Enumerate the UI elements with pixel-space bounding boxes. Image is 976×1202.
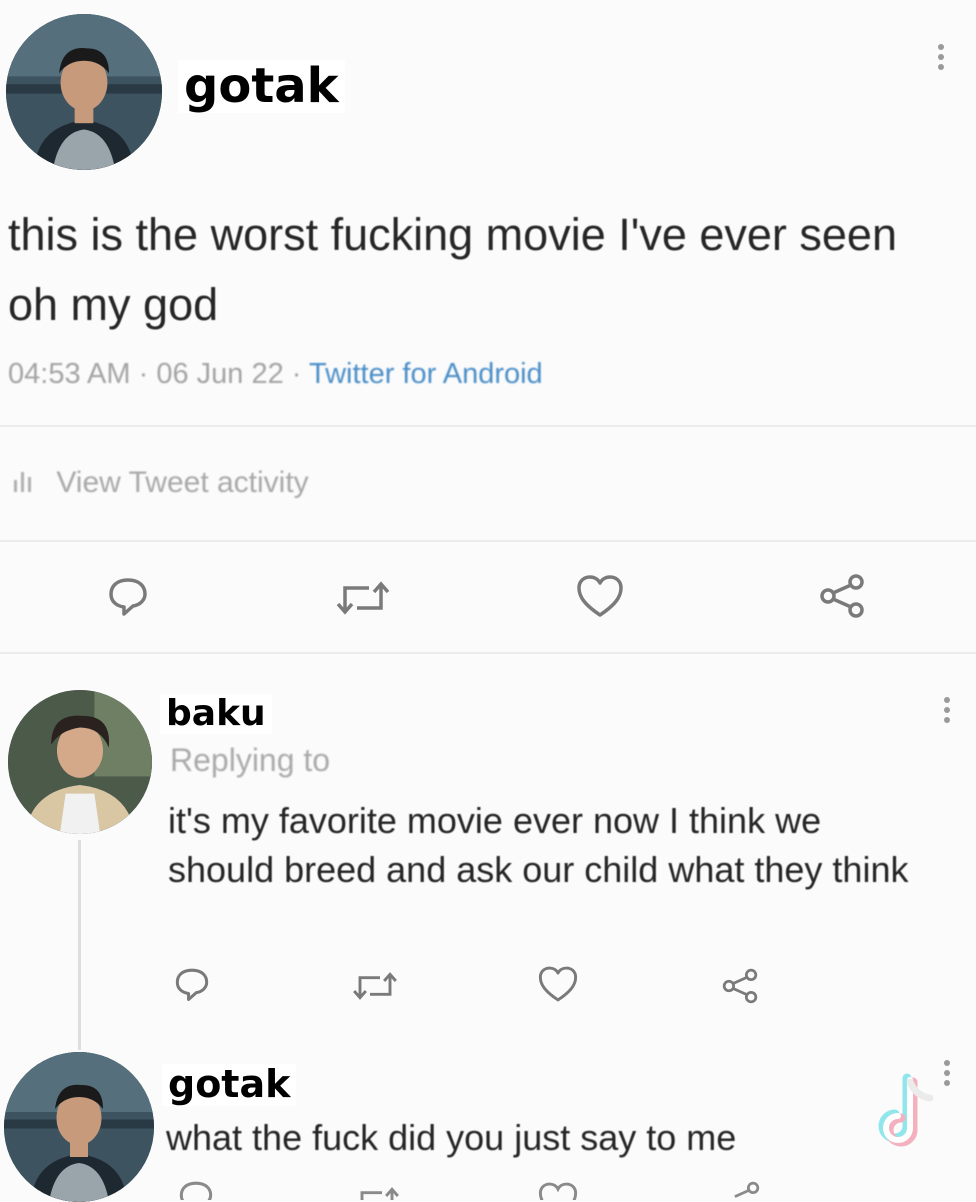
activity-icon — [12, 466, 34, 500]
like-icon[interactable] — [534, 962, 582, 1006]
meta-separator: · — [138, 358, 157, 390]
avatar-image — [6, 14, 162, 170]
tweet-meta: 04:53 AM · 06 Jun 22 · Twitter for Andro… — [8, 358, 543, 391]
tweet-text: what the fuck did you just say to me — [166, 1117, 737, 1158]
author-name[interactable]: gotak — [162, 1063, 297, 1106]
retweet-icon[interactable] — [352, 1182, 402, 1200]
more-options-icon[interactable] — [943, 697, 951, 727]
divider — [0, 425, 976, 427]
share-icon[interactable] — [722, 1180, 762, 1200]
reply-icon[interactable] — [176, 1178, 216, 1200]
avatar-gotak[interactable] — [6, 14, 162, 170]
tweet-source-link[interactable]: Twitter for Android — [309, 358, 543, 390]
thread-line — [78, 840, 81, 1050]
retweet-icon[interactable] — [330, 572, 396, 624]
reply-icon[interactable] — [170, 962, 214, 1006]
tweet-text: this is the worst fucking movie I've eve… — [8, 209, 897, 330]
tweet-text: it's my favorite movie ever now I think … — [168, 800, 909, 890]
avatar-image — [4, 1052, 154, 1202]
replying-to-label: Replying to — [170, 742, 331, 778]
avatar-baku[interactable] — [8, 690, 152, 834]
divider — [0, 652, 976, 654]
author-name[interactable]: gotak — [178, 60, 345, 113]
more-options-icon[interactable] — [937, 44, 945, 74]
activity-label: View Tweet activity — [56, 466, 309, 499]
view-tweet-activity[interactable]: View Tweet activity — [12, 466, 309, 500]
avatar-gotak[interactable] — [4, 1052, 154, 1202]
reply-icon[interactable] — [100, 570, 156, 622]
retweet-icon[interactable] — [348, 964, 402, 1008]
avatar-image — [8, 690, 152, 834]
like-icon[interactable] — [572, 570, 628, 622]
divider — [0, 540, 976, 542]
like-icon[interactable] — [536, 1180, 580, 1200]
tweet-date: 06 Jun 22 — [156, 358, 284, 390]
author-name[interactable]: baku — [160, 694, 272, 734]
tweet-time: 04:53 AM — [8, 358, 131, 390]
meta-separator: · — [291, 358, 309, 390]
share-icon[interactable] — [718, 964, 762, 1008]
tiktok-logo-icon — [870, 1070, 950, 1160]
share-icon[interactable] — [814, 570, 870, 622]
